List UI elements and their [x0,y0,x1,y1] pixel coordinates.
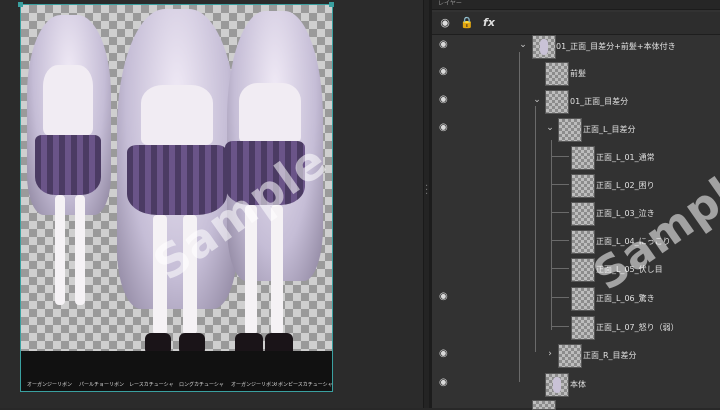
eye-icon[interactable]: ◉ [439,378,453,388]
layer-row[interactable]: 正面_L_01_通常 [432,143,720,171]
eye-icon[interactable]: ◉ [439,292,453,302]
layer-row[interactable]: ◉ ⌄ 正面_L_目差分 [432,115,720,143]
tree-line [551,326,569,327]
layer-name: 01_正面_目差分+前髪+本体付き [556,42,676,51]
layer-name: 正面_L_06_驚き [596,294,655,303]
eye-icon[interactable]: ◉ [439,95,453,105]
chevron-down-icon[interactable]: ⌄ [532,95,542,105]
layer-thumbnail [532,35,556,59]
tree-line [551,184,569,185]
layer-row[interactable]: ◉ 前髪 [432,59,720,87]
layer-thumbnail [571,287,595,311]
layer-name: 正面_R_目差分 [583,351,637,360]
character-skirt-left [35,135,101,195]
strip-label: リボンピースカチューシャ [273,382,333,388]
character-blouse-left [43,65,93,135]
character-leg [75,195,85,305]
canvas-area[interactable]: オーガンジーリボン パールチョーリボン レースカチューシャ ロングカチューシャ … [0,0,423,408]
eye-icon[interactable]: ◉ [439,40,453,50]
layer-thumbnail [571,230,595,254]
chevron-down-icon[interactable]: ⌄ [518,40,528,50]
character-leg [271,205,283,335]
selection-handle[interactable] [329,2,334,7]
layer-row[interactable]: ◉ ⌄ 01_正面_目差分 [432,87,720,115]
tree-line [551,268,569,269]
tree-line [551,297,569,298]
layer-thumbnail [571,174,595,198]
document-canvas[interactable]: オーガンジーリボン パールチョーリボン レースカチューシャ ロングカチューシャ … [20,4,333,392]
selection-handle[interactable] [18,2,23,7]
eye-icon[interactable]: ◉ [437,16,453,30]
character-leg [55,195,65,305]
layer-row[interactable]: ◉ 正面_L_06_驚き [432,284,720,312]
eye-icon[interactable]: ◉ [439,67,453,77]
tree-line [551,156,569,157]
eye-icon[interactable]: ◉ [439,123,453,133]
layer-thumbnail [558,344,582,368]
lock-icon[interactable]: 🔒 [459,16,475,30]
accessory-strip: オーガンジーリボン パールチョーリボン レースカチューシャ ロングカチューシャ … [21,351,332,391]
strip-label: パールチョーリボン [79,382,125,388]
layer-name: 前髪 [570,69,586,78]
layer-name: 正面_L_07_怒り（弱） [596,323,679,332]
chevron-down-icon[interactable]: ⌄ [545,123,555,133]
splitter-grip-icon: · · · [425,181,429,200]
layer-name: 01_正面_目差分 [570,97,629,106]
layer-thumbnail [571,146,595,170]
character-blouse-center [141,85,213,145]
layer-name: 本体 [570,380,586,389]
eye-icon[interactable]: ◉ [439,349,453,359]
layer-thumbnail [558,118,582,142]
tree-line [551,240,569,241]
layer-name: 正面_L_02_困り [596,181,655,190]
layer-row[interactable]: ◉ 本体 [432,370,720,398]
strip-label: ロングカチューシャ [179,382,224,388]
panel-header: レイヤー [432,0,720,10]
fx-icon[interactable]: fx [481,16,497,30]
layer-row[interactable]: 正面_L_07_怒り（弱） [432,313,720,341]
layer-thumbnail [545,62,569,86]
layer-row[interactable]: ◉ ⌄ 01_正面_目差分+前髪+本体付き [432,32,720,60]
layer-thumbnail [532,400,556,410]
character-blouse-right [239,83,301,143]
layer-name: 正面_L_01_通常 [596,153,655,162]
layers-panel: レイヤー ◉ 🔒 fx ◉ ⌄ 01_正面_目差分+前髪+本体付き ◉ 前髪 ◉… [432,0,720,410]
layer-thumbnail [571,316,595,340]
strip-label: レースカチューシャ [129,382,174,388]
layer-thumbnail [545,90,569,114]
strip-label: オーガンジーリボン [27,382,73,388]
layer-row[interactable]: 正面_L_05_伏し目 [432,255,720,283]
layer-thumbnail [571,202,595,226]
tree-line [551,212,569,213]
chevron-right-icon[interactable]: › [545,349,555,359]
layer-name: 正面_L_目差分 [583,125,636,134]
layer-row[interactable]: ◉ › 正面_R_目差分 [432,341,720,369]
layer-thumbnail [545,373,569,397]
strip-label: オーガンジーリボン [231,382,277,388]
